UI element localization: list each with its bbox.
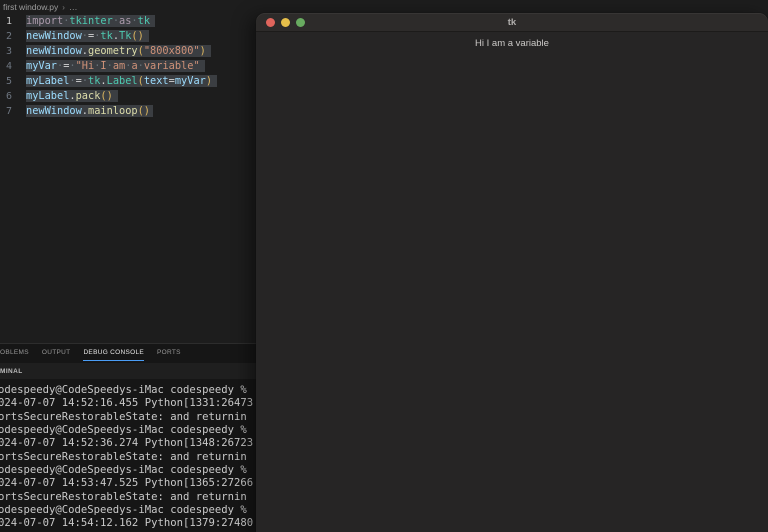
line-number[interactable]: 5: [6, 74, 20, 89]
line-number[interactable]: 1: [6, 14, 20, 29]
terminal-section-label: MINAL: [0, 368, 23, 375]
selected-code-text: myVar·=·"Hi·I·am·a·variable": [26, 60, 205, 72]
tk-app-window: tk Hi I am a variable: [256, 13, 768, 532]
breadcrumb-file[interactable]: first window.py: [3, 2, 58, 12]
selected-code-text: newWindow.mainloop(): [26, 105, 153, 117]
selected-code-text: import·tkinter·as·tk: [26, 15, 155, 27]
line-number[interactable]: 2: [6, 29, 20, 44]
tk-titlebar[interactable]: tk: [256, 13, 768, 32]
chevron-right-icon: ›: [62, 3, 65, 12]
panel-tabs: OBLEMS OUTPUT DEBUG CONSOLE PORTS: [0, 345, 181, 361]
selected-code-text: newWindow.geometry("800x800"): [26, 45, 211, 57]
breadcrumb-symbol[interactable]: …: [69, 2, 78, 12]
line-number[interactable]: 3: [6, 44, 20, 59]
selected-code-text: myLabel·=·tk.Label(text=myVar): [26, 75, 217, 87]
breadcrumb: first window.py › …: [3, 1, 77, 13]
panel-tab-oblems[interactable]: OBLEMS: [0, 345, 29, 361]
screen: first window.py › … 1 import·tkinter·as·t…: [0, 0, 768, 532]
line-number[interactable]: 6: [6, 89, 20, 104]
tk-variable-label: Hi I am a variable: [256, 38, 768, 49]
tk-window-body: Hi I am a variable: [256, 38, 768, 532]
tk-window-title: tk: [256, 13, 768, 32]
line-number[interactable]: 7: [6, 104, 20, 119]
panel-tab-output[interactable]: OUTPUT: [42, 345, 71, 361]
selected-code-text: myLabel.pack(): [26, 90, 118, 102]
panel-tab-debug-console[interactable]: DEBUG CONSOLE: [83, 345, 144, 361]
selected-code-text: newWindow·=·tk.Tk(): [26, 30, 149, 42]
panel-tab-ports[interactable]: PORTS: [157, 345, 181, 361]
line-number[interactable]: 4: [6, 59, 20, 74]
